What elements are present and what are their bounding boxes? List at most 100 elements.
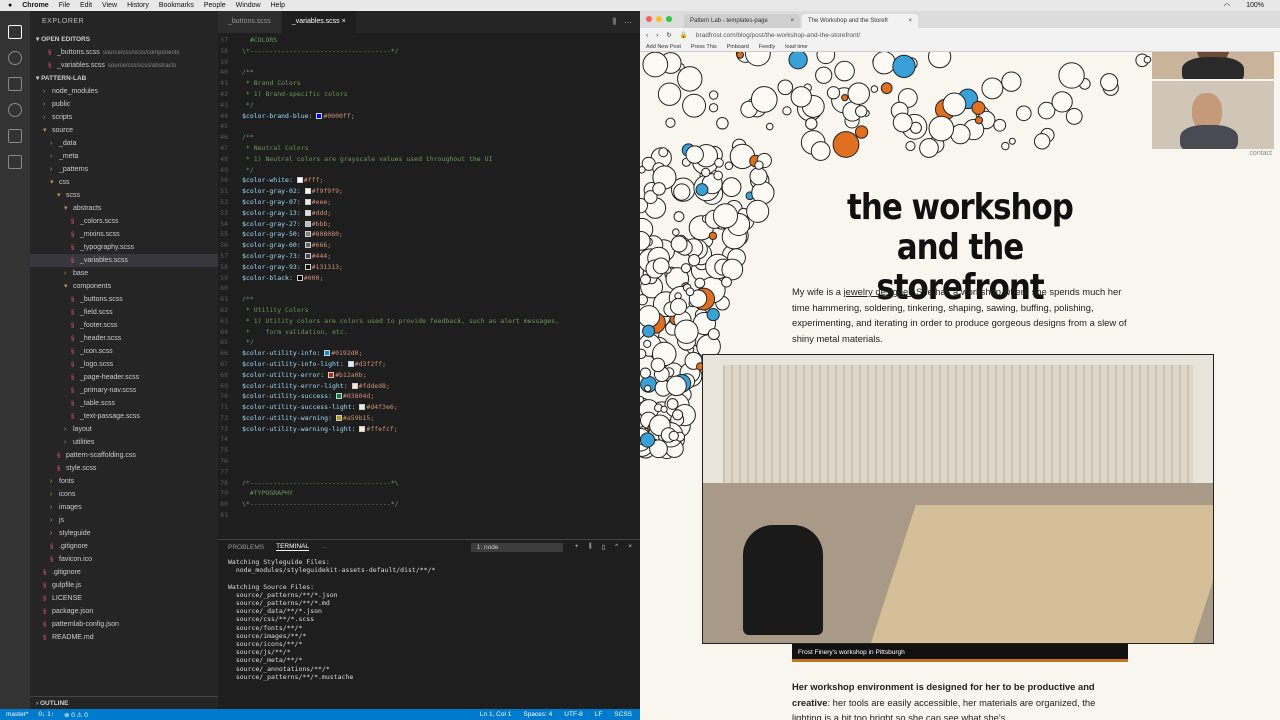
color-swatch[interactable] <box>304 252 311 259</box>
jewelry-designer-link[interactable]: jewelry designer <box>844 286 911 297</box>
tree-item[interactable]: § _header.scss <box>30 332 218 345</box>
tree-item[interactable]: § _colors.scss <box>30 215 218 228</box>
back-icon[interactable]: ‹ <box>646 32 648 39</box>
outline-header[interactable]: › OUTLINE <box>30 696 218 709</box>
project-header[interactable]: ▾ PATTERN-LAB <box>30 72 218 85</box>
eol-status[interactable]: LF <box>595 711 603 718</box>
menu-item-file[interactable]: File <box>59 2 70 9</box>
color-swatch[interactable] <box>296 177 303 184</box>
tab-terminal[interactable]: TERMINAL <box>276 543 309 551</box>
tree-item[interactable]: › node_modules <box>30 85 218 98</box>
encoding-status[interactable]: UTF-8 <box>564 711 582 718</box>
tree-item[interactable]: ▾ components <box>30 280 218 293</box>
source-control-icon[interactable] <box>8 77 22 91</box>
menu-item-bookmarks[interactable]: Bookmarks <box>159 2 194 9</box>
color-swatch[interactable] <box>351 382 358 389</box>
open-editor-item[interactable]: § _buttons.scss source/css/scss/components <box>30 46 218 59</box>
color-swatch[interactable] <box>359 425 366 432</box>
tree-item[interactable]: › fonts <box>30 475 218 488</box>
menu-item-window[interactable]: Window <box>236 2 261 9</box>
tree-item[interactable]: § _logo.scss <box>30 358 218 371</box>
browser-tab-patternlab[interactable]: Pattern Lab - templates-page × <box>684 14 800 28</box>
tree-item[interactable]: § _table.scss <box>30 397 218 410</box>
forward-icon[interactable]: › <box>656 32 658 39</box>
bookmark-item[interactable]: Feedly <box>759 44 776 50</box>
color-swatch[interactable] <box>316 112 323 119</box>
menu-item-help[interactable]: Help <box>271 2 285 9</box>
cursor-position[interactable]: Ln 1, Col 1 <box>480 711 511 718</box>
bookmark-item[interactable]: Add New Post <box>646 44 681 50</box>
close-window-icon[interactable] <box>646 16 652 22</box>
tree-item[interactable]: § pattern-scaffolding.css <box>30 449 218 462</box>
open-editor-item[interactable]: § _variables.scss source/css/scss/abstract… <box>30 59 218 72</box>
search-icon[interactable] <box>8 51 22 65</box>
remote-icon[interactable] <box>8 155 22 169</box>
close-tab-icon[interactable]: × <box>908 14 912 28</box>
menu-item-history[interactable]: History <box>127 2 149 9</box>
tree-item[interactable]: § style.scss <box>30 462 218 475</box>
tree-item[interactable]: › styleguide <box>30 527 218 540</box>
split-terminal-icon[interactable]: ⫼ <box>589 543 592 551</box>
tree-item[interactable]: § _footer.scss <box>30 319 218 332</box>
apple-icon[interactable]: ● <box>8 2 12 9</box>
more-actions-icon[interactable]: ··· <box>624 18 632 27</box>
tree-item[interactable]: › images <box>30 501 218 514</box>
menu-item-edit[interactable]: Edit <box>80 2 92 9</box>
color-swatch[interactable] <box>304 242 311 249</box>
extensions-icon[interactable] <box>8 129 22 143</box>
terminal-output[interactable]: Watching Styleguide Files: node_modules/… <box>218 554 640 685</box>
color-swatch[interactable] <box>304 198 311 205</box>
bookmark-item[interactable]: Pinboard <box>727 44 749 50</box>
code-area[interactable]: 37 #COLORS 38 \*--------------------------… <box>218 33 640 521</box>
tree-item[interactable]: § _icon.scss <box>30 345 218 358</box>
tree-item[interactable]: § _primary-nav.scss <box>30 384 218 397</box>
editor-tab[interactable]: _variables.scss × <box>281 11 357 33</box>
add-terminal-icon[interactable]: + <box>575 543 579 551</box>
tree-item[interactable]: ▾ abstracts <box>30 202 218 215</box>
menu-item-people[interactable]: People <box>204 2 226 9</box>
zoom-window-icon[interactable] <box>666 16 672 22</box>
reload-icon[interactable]: ↻ <box>666 31 671 39</box>
sync-status[interactable]: 0↓ 1↑ <box>38 711 54 718</box>
tree-item[interactable]: § package.json <box>30 605 218 618</box>
tree-item[interactable]: ▾ scss <box>30 189 218 202</box>
close-tab-icon[interactable]: × <box>790 14 794 28</box>
tree-item[interactable]: › utilities <box>30 436 218 449</box>
tree-item[interactable]: › public <box>30 98 218 111</box>
tree-item[interactable]: § _typography.scss <box>30 241 218 254</box>
tab-problems[interactable]: PROBLEMS <box>228 544 264 551</box>
tree-item[interactable]: § README.md <box>30 631 218 644</box>
minimize-window-icon[interactable] <box>656 16 662 22</box>
debug-icon[interactable] <box>8 103 22 117</box>
color-swatch[interactable] <box>304 220 311 227</box>
color-swatch[interactable] <box>296 274 303 281</box>
tree-item[interactable]: § _field.scss <box>30 306 218 319</box>
editor-tab[interactable]: _buttons.scss <box>218 11 282 33</box>
open-editors-header[interactable]: ▾ OPEN EDITORS <box>30 33 218 46</box>
color-swatch[interactable] <box>304 188 311 195</box>
tree-item[interactable]: › js <box>30 514 218 527</box>
color-swatch[interactable] <box>304 263 311 270</box>
tab-more[interactable]: ··· <box>321 544 328 551</box>
contact-link[interactable]: contact <box>1249 150 1272 157</box>
bookmark-item[interactable]: load time <box>785 44 807 50</box>
tree-item[interactable]: § .gitignore <box>30 540 218 553</box>
tree-item[interactable]: › _meta <box>30 150 218 163</box>
terminal-selector[interactable]: 1: node <box>470 542 563 552</box>
color-swatch[interactable] <box>347 360 354 367</box>
tree-item[interactable]: § _text-passage.scss <box>30 410 218 423</box>
color-swatch[interactable] <box>335 414 342 421</box>
close-icon[interactable]: × <box>628 543 632 551</box>
color-swatch[interactable] <box>328 371 335 378</box>
indent-status[interactable]: Spaces: 4 <box>523 711 552 718</box>
color-swatch[interactable] <box>324 350 331 357</box>
wifi-icon[interactable]: ◠ <box>1224 2 1230 10</box>
maximize-icon[interactable]: ^ <box>615 543 618 551</box>
menu-item-chrome[interactable]: Chrome <box>22 2 48 9</box>
tree-item[interactable]: › layout <box>30 423 218 436</box>
problems-status[interactable]: ⊗ 0 ⚠ 0 <box>64 711 88 719</box>
color-swatch[interactable] <box>335 393 342 400</box>
trash-icon[interactable]: ▯ <box>602 543 606 551</box>
tree-item[interactable]: › _patterns <box>30 163 218 176</box>
color-swatch[interactable] <box>304 209 311 216</box>
